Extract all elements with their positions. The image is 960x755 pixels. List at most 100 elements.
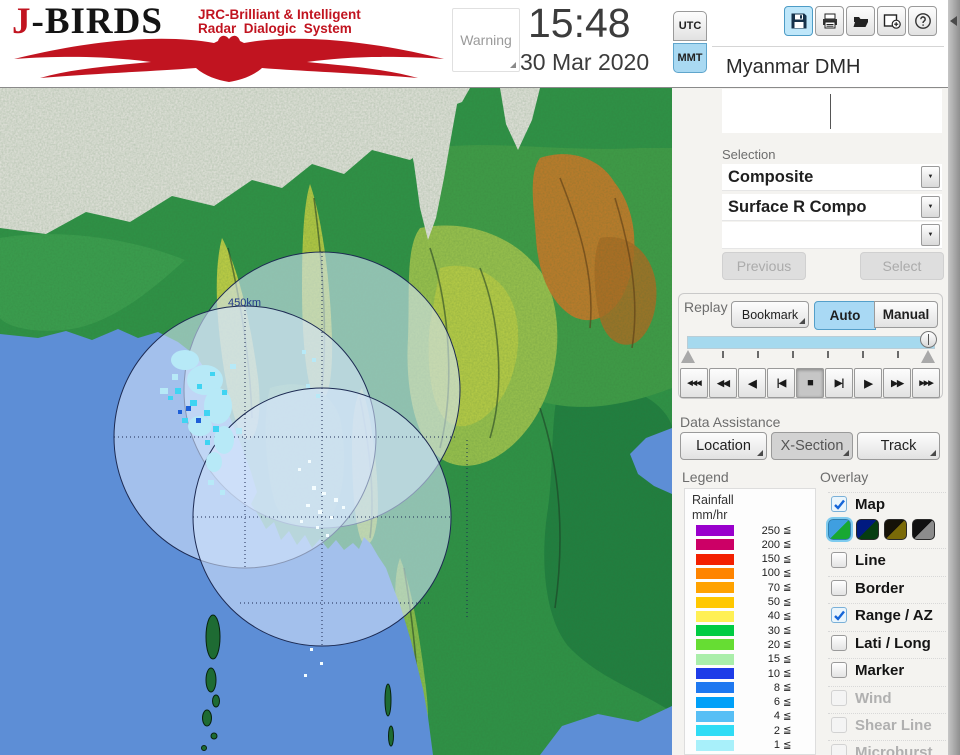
step-back-button[interactable]: |◀	[767, 368, 795, 398]
manual-mode-button[interactable]: Manual	[874, 301, 938, 328]
open-file-button[interactable]	[846, 6, 875, 36]
legend-value: 150	[761, 553, 780, 566]
overlay-item-range-az[interactable]: Range / AZ	[828, 603, 946, 626]
play-reverse-button[interactable]: ◀	[738, 368, 766, 398]
open-folder-icon	[853, 17, 868, 27]
previous-button[interactable]: Previous	[722, 252, 806, 280]
overlay-item-border[interactable]: Border	[828, 576, 946, 599]
print-button[interactable]	[815, 6, 844, 36]
overlay-item-lati-long[interactable]: Lati / Long	[828, 631, 946, 654]
clock-date: 30 Mar 2020	[520, 49, 650, 75]
help-button[interactable]	[908, 6, 937, 36]
fastest-forward-button[interactable]: ▶▶▶	[912, 368, 940, 398]
slider-start-marker[interactable]	[681, 350, 695, 363]
legend-swatch	[696, 639, 734, 651]
map-style-button-2[interactable]	[856, 518, 879, 540]
checkbox[interactable]	[831, 580, 847, 596]
legend-lte-symbol: ≦	[783, 525, 792, 536]
x-section-button[interactable]: X-Section	[771, 432, 853, 460]
collapse-arrow-icon	[950, 16, 957, 26]
fast-rewind-button[interactable]: ◀◀◀	[680, 368, 708, 398]
checkbox[interactable]	[831, 635, 847, 651]
legend-lte-symbol: ≦	[783, 653, 792, 665]
checkbox	[831, 744, 847, 755]
overlay-item-map[interactable]: Map	[828, 492, 946, 515]
warning-label: Warning	[460, 32, 512, 48]
legend-value: 200	[761, 538, 780, 551]
panel-splitter[interactable]	[948, 0, 960, 755]
replay-slider-thumb[interactable]	[920, 331, 937, 348]
overlay-item-marker[interactable]: Marker	[828, 658, 946, 681]
legend-lte-symbol: ≦	[783, 596, 792, 608]
legend-swatch	[696, 668, 734, 679]
legend-row: 100 ≦	[696, 567, 806, 580]
step-forward-button[interactable]: ▶|	[825, 368, 853, 398]
overlay-item-microburst[interactable]: Microburst	[828, 740, 946, 755]
check-icon	[834, 499, 845, 510]
legend-value: 1	[773, 739, 780, 751]
location-button[interactable]: Location	[680, 432, 767, 460]
legend-row: 8 ≦	[696, 681, 806, 694]
legend-swatch	[696, 625, 734, 637]
map-style-row	[828, 517, 946, 541]
logo-tagline: JRC-Brilliant & Intelligent Radar Dialogi…	[198, 7, 361, 36]
overlay-item-label: Lati / Long	[855, 634, 931, 652]
warning-button[interactable]: Warning	[452, 8, 520, 72]
legend-lte-symbol: ≦	[783, 553, 792, 565]
legend-row: 40 ≦	[696, 610, 806, 623]
legend-swatch	[696, 710, 734, 722]
radar-map[interactable]: 450km	[0, 88, 672, 755]
legend-row: 150 ≦	[696, 553, 806, 566]
rewind-button[interactable]: ◀◀	[709, 368, 737, 398]
replay-slider-track[interactable]	[687, 336, 935, 349]
checkbox[interactable]	[831, 662, 847, 678]
legend-row: 20 ≦	[696, 638, 806, 651]
legend-lte-symbol: ≦	[783, 567, 792, 579]
selection-label: Selection	[722, 147, 776, 162]
bookmark-button[interactable]: Bookmark	[731, 301, 809, 328]
save-button[interactable]	[784, 6, 813, 36]
map-style-button-3[interactable]	[884, 518, 907, 540]
overlay-item-line[interactable]: Line	[828, 548, 946, 571]
timezone-mmt-button[interactable]: MMT	[673, 43, 707, 73]
overlay-item-wind[interactable]: Wind	[828, 686, 946, 709]
product-dropdown-1[interactable]: Composite ▼	[722, 164, 942, 191]
print-icon	[822, 13, 837, 29]
overlay-item-shear-line[interactable]: Shear Line	[828, 713, 946, 736]
stop-button[interactable]: ■	[796, 368, 824, 398]
legend-row: 15 ≦	[696, 653, 806, 666]
check-icon	[834, 610, 845, 621]
checkbox[interactable]	[831, 496, 847, 512]
product-dropdown-3[interactable]: ▼	[722, 222, 942, 249]
checkbox[interactable]	[831, 552, 847, 568]
map-style-button-1[interactable]	[828, 518, 851, 540]
play-button[interactable]: ▶	[854, 368, 882, 398]
query-input[interactable]	[722, 89, 942, 133]
chevron-down-icon[interactable]: ▼	[921, 224, 940, 246]
legend-swatch	[696, 696, 734, 708]
chevron-down-icon[interactable]: ▼	[921, 196, 940, 218]
chevron-down-icon[interactable]: ▼	[921, 166, 940, 188]
slider-end-marker[interactable]	[921, 350, 935, 363]
legend-value: 50	[767, 596, 780, 608]
track-button[interactable]: Track	[857, 432, 940, 460]
overlay-item-label: Shear Line	[855, 716, 932, 734]
legend-lte-symbol: ≦	[783, 725, 792, 737]
auto-mode-button[interactable]: Auto	[814, 301, 876, 330]
product-dropdown-2[interactable]: Surface R Compo ▼	[722, 194, 942, 221]
corner-arrow-icon	[510, 62, 516, 68]
slider-tick	[827, 351, 829, 358]
capture-button[interactable]	[877, 6, 906, 36]
map-style-button-4[interactable]	[912, 518, 935, 540]
legend-swatch	[696, 610, 734, 622]
legend-value: 4	[773, 710, 780, 723]
legend-value: 30	[767, 624, 780, 637]
legend-lte-symbol: ≦	[783, 668, 792, 679]
select-button[interactable]: Select	[860, 252, 944, 280]
checkbox[interactable]	[831, 607, 847, 623]
legend-lte-symbol: ≦	[783, 696, 792, 708]
corner-arrow-icon	[930, 450, 936, 456]
timezone-utc-button[interactable]: UTC	[673, 11, 707, 41]
legend-swatch	[696, 553, 734, 565]
fast-forward-button[interactable]: ▶▶	[883, 368, 911, 398]
